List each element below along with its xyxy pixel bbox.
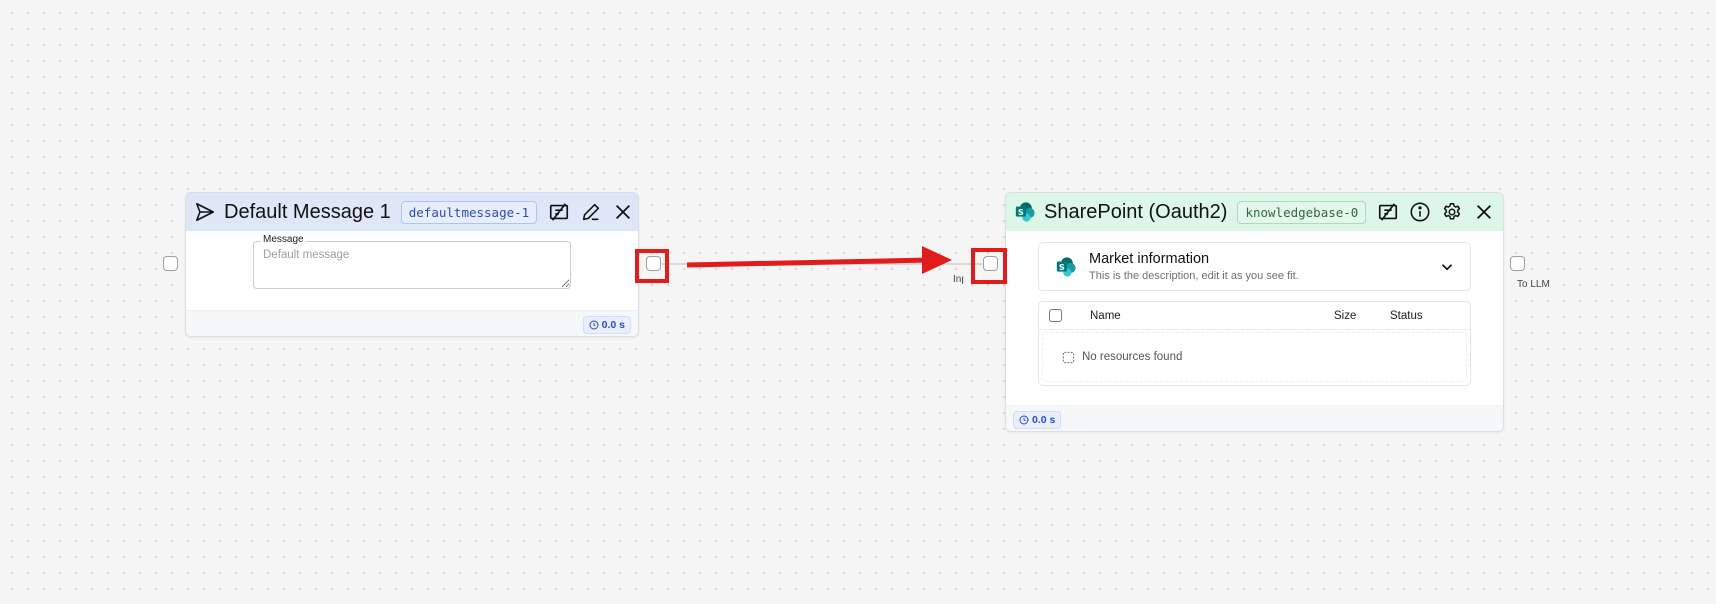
node-title[interactable]: SharePoint (Oauth2) [1044,201,1227,224]
knowledge-base-title: Market information [1089,251,1210,267]
send-icon [194,200,216,224]
column-header-status[interactable]: Status [1390,310,1460,322]
node-id-badge[interactable]: defaultmessage-1 [400,200,538,224]
resources-table: Name Size Status No resources found [1038,301,1471,386]
timer-value: 0.0 s [1032,413,1056,426]
sharepoint-input-handle-label: Input [950,273,964,286]
node-footer: 0.0 s [1006,405,1503,431]
chevron-down-icon[interactable] [1438,258,1456,276]
default-message-node[interactable]: Default Message 1 defaultmessage-1 Messa… [185,192,639,337]
toggle-tool-icon[interactable] [547,200,571,224]
column-header-size[interactable]: Size [1334,310,1390,322]
empty-state-text: No resources found [1082,351,1183,363]
timer-value: 0.0 s [601,318,625,331]
node-title[interactable]: Default Message 1 [224,201,391,224]
close-icon[interactable] [1472,200,1496,224]
toggle-tool-icon[interactable] [1376,200,1400,224]
timer-badge: 0.0 s [1013,410,1062,429]
annotation-arrow-head [922,246,952,274]
clock-icon [1019,414,1029,425]
timer-badge: 0.0 s [582,315,631,334]
sharepoint-output-handle[interactable] [1510,256,1525,271]
sharepoint-logo-icon: S [1014,200,1036,224]
sharepoint-logo-icon: S [1056,256,1076,277]
pencil-icon[interactable] [579,200,603,224]
knowledge-base-card[interactable]: S Market information This is the descrip… [1038,242,1471,291]
empty-state: No resources found [1042,332,1467,382]
table-header: Name Size Status [1039,302,1470,330]
node-header[interactable]: Default Message 1 defaultmessage-1 [186,193,638,231]
sharepoint-input-handle[interactable] [983,256,998,271]
column-header-name[interactable]: Name [1090,310,1334,322]
sharepoint-node[interactable]: S SharePoint (Oauth2) knowledgebase-0 S … [1005,192,1504,432]
message-input[interactable] [253,241,571,289]
info-icon[interactable] [1408,200,1432,224]
node-body: Message [186,231,638,310]
default-message-input-handle[interactable] [163,256,178,271]
empty-selection-icon [1062,351,1075,363]
node-header[interactable]: S SharePoint (Oauth2) knowledgebase-0 [1006,193,1503,231]
annotation-arrow-shaft [686,257,931,268]
select-all-checkbox[interactable] [1049,309,1062,322]
svg-text:S: S [1059,261,1065,271]
node-id-badge[interactable]: knowledgebase-0 [1237,200,1367,224]
message-label: Message [261,234,306,245]
default-message-output-handle[interactable] [646,256,661,271]
close-icon[interactable] [611,200,635,224]
node-body: S Market information This is the descrip… [1006,231,1503,405]
knowledge-base-description: This is the description, edit it as you … [1089,270,1299,282]
gear-icon[interactable] [1440,200,1464,224]
svg-text:S: S [1018,207,1024,217]
clock-icon [589,319,599,330]
node-footer: 0.0 s [186,310,638,336]
sharepoint-output-handle-label: To LLM [1514,278,1553,291]
message-field: Message [253,234,571,294]
flow-canvas[interactable]: Default Message 1 defaultmessage-1 Messa… [0,0,1716,604]
